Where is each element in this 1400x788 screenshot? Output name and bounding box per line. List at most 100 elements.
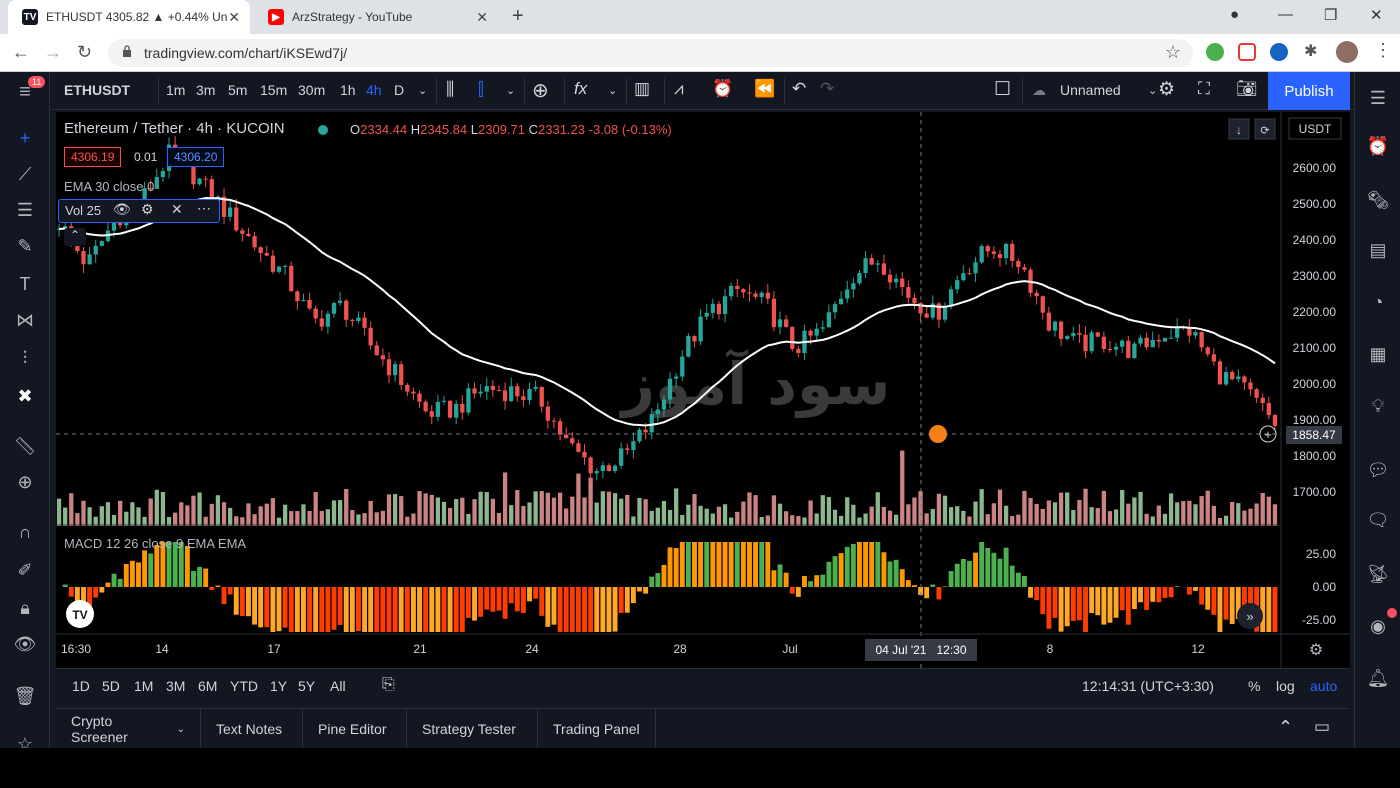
camera-icon[interactable]: 📷︎	[1236, 79, 1258, 99]
maximize-icon[interactable]: ❐	[1324, 6, 1337, 24]
trash-icon[interactable]: 🗑︎	[13, 684, 37, 708]
ideas-bulb-icon[interactable]: 💡︎	[1366, 394, 1390, 418]
chart-canvas[interactable]: سود آموز + 2600.00 2500.00 2400.00 2300.00 2…	[56, 112, 1350, 672]
bar-style-icon[interactable]: ⫼	[446, 79, 454, 100]
interval-5m[interactable]: 5m	[228, 82, 247, 98]
profile-menu-icon[interactable]: ●	[1230, 6, 1239, 23]
chevron-down-icon[interactable]: ⌄	[608, 84, 617, 97]
gear-icon[interactable]: ⚙	[141, 201, 154, 218]
buy-price-button[interactable]: 4306.20	[167, 147, 225, 167]
auto-toggle[interactable]: auto	[1310, 678, 1337, 694]
fib-icon[interactable]: ☰	[13, 198, 37, 222]
settings-gear-icon[interactable]: ⚙	[1309, 642, 1323, 659]
close-icon[interactable]: ✕	[171, 201, 183, 218]
window-close-icon[interactable]: ✕	[1370, 6, 1383, 24]
undo-icon[interactable]: ↶	[792, 79, 806, 99]
range-1y[interactable]: 1Y	[270, 678, 287, 694]
chevron-down-icon[interactable]: ⌄	[506, 84, 515, 97]
hotlist-icon[interactable]: ◔	[1366, 290, 1390, 314]
more-icon[interactable]: ⋯	[197, 200, 211, 217]
sell-price-button[interactable]: 4306.19	[64, 147, 122, 167]
minimize-icon[interactable]: —	[1278, 6, 1293, 23]
macd-legend[interactable]: MACD 12 26 close 9 EMA EMA	[64, 536, 246, 551]
url-field[interactable]: tradingview.com/chart/iKSEwd7j/ ☆	[108, 39, 1193, 67]
interval-3m[interactable]: 3m	[196, 82, 215, 98]
interval-30m[interactable]: 30m	[298, 82, 325, 98]
stay-drawing-icon[interactable]: ✐	[13, 558, 37, 582]
tab-text-notes[interactable]: Text Notes	[201, 709, 303, 749]
extension-icon[interactable]	[1238, 43, 1256, 61]
brush-icon[interactable]: ✎	[13, 234, 37, 258]
range-all[interactable]: All	[330, 678, 346, 694]
pattern-icon[interactable]: ⋈	[13, 308, 37, 332]
layout-name[interactable]: Unnamed	[1060, 82, 1121, 98]
alarm-clock-icon[interactable]: ⏰	[1366, 134, 1390, 158]
volume-legend[interactable]: Vol 25 👁︎ ⚙ ✕ ⋯	[58, 199, 220, 223]
percent-toggle[interactable]: %	[1248, 678, 1260, 694]
range-5d[interactable]: 5D	[102, 678, 120, 694]
data-window-icon[interactable]: ▤	[1366, 238, 1390, 262]
magnet-icon[interactable]: ∩	[13, 520, 37, 544]
financials-icon[interactable]: ▥	[634, 79, 650, 99]
chevron-up-icon[interactable]: ⌃	[1278, 717, 1293, 738]
expand-icon[interactable]: ⛶	[1198, 79, 1210, 99]
extension-icon[interactable]	[1206, 43, 1224, 61]
forward-icon[interactable]: →	[44, 42, 62, 63]
compare-add-icon[interactable]: ⊕	[532, 78, 549, 103]
interval-15m[interactable]: 15m	[260, 82, 287, 98]
messages-icon[interactable]: 🗨︎	[1366, 508, 1390, 532]
extension-icon[interactable]	[1270, 43, 1288, 61]
tab-trading-panel[interactable]: Trading Panel	[538, 709, 656, 749]
eye-icon[interactable]: 👁︎	[13, 632, 37, 656]
bookmark-star-icon[interactable]: ☆	[1165, 42, 1181, 63]
back-icon[interactable]: ←	[12, 42, 30, 63]
news-icon[interactable]: 🗞︎	[1366, 188, 1390, 212]
templates-icon[interactable]: ⩘	[674, 79, 684, 99]
range-3m[interactable]: 3M	[166, 678, 185, 694]
crosshair-icon[interactable]: +	[13, 126, 37, 150]
range-6m[interactable]: 6M	[198, 678, 217, 694]
avatar[interactable]	[1336, 41, 1358, 63]
replay-icon[interactable]: ⏪	[754, 79, 775, 99]
lock-icon[interactable]: 🔒︎	[13, 596, 37, 620]
range-1m[interactable]: 1M	[134, 678, 153, 694]
tab-crypto-screener[interactable]: Crypto Screener ⌄	[56, 709, 201, 749]
symbol-title[interactable]: Ethereum / Tether · 4h · KUCOIN	[64, 120, 285, 137]
ema-legend[interactable]: EMA 30 close 0	[64, 179, 154, 194]
browser-menu-icon[interactable]: ⋮	[1374, 40, 1392, 61]
streams-icon[interactable]: 📡︎	[1366, 562, 1390, 586]
range-5y[interactable]: 5Y	[298, 678, 315, 694]
fullscreen-square-icon[interactable]: ☐	[994, 78, 1011, 101]
maximize-panel-icon[interactable]: ▭	[1314, 717, 1330, 737]
range-1d[interactable]: 1D	[72, 678, 90, 694]
chevron-down-icon[interactable]: ⌄	[1148, 84, 1157, 97]
prediction-icon[interactable]: ⫶	[13, 346, 37, 370]
collapse-legend-button[interactable]: ⌃	[64, 228, 86, 246]
range-ytd[interactable]: YTD	[230, 678, 258, 694]
chevron-down-icon[interactable]: ⌄	[177, 724, 185, 735]
symbol-search[interactable]: ETHUSDT	[64, 82, 130, 98]
tab-tradingview[interactable]: TV ETHUSDT 4305.82 ▲ +0.44% Un ✕	[8, 0, 250, 34]
calendar-icon[interactable]: ▦	[1366, 342, 1390, 366]
chart-pane[interactable]: سود آموز + 2600.00 2500.00 2400.00 2300.00 2…	[56, 112, 1350, 672]
interval-1m[interactable]: 1m	[166, 82, 185, 98]
candles-icon[interactable]: ⫿	[478, 79, 484, 100]
tab-strategy-tester[interactable]: Strategy Tester	[407, 709, 538, 749]
indicators-icon[interactable]: fx	[574, 79, 587, 99]
log-toggle[interactable]: log	[1276, 678, 1295, 694]
clock[interactable]: 12:14:31 (UTC+3:30)	[1082, 678, 1214, 694]
new-tab-button[interactable]: +	[512, 5, 524, 28]
zoom-icon[interactable]: ⊕	[13, 470, 37, 494]
notifications-bell-icon[interactable]: 🔔︎	[1366, 666, 1390, 690]
puzzle-icon[interactable]: ✱	[1304, 41, 1317, 61]
ruler-icon[interactable]: 📏︎	[13, 434, 37, 458]
close-icon[interactable]: ✕	[228, 9, 240, 26]
chevron-down-icon[interactable]: ⌄	[418, 84, 427, 97]
broadcast-icon[interactable]: ◉	[1366, 614, 1390, 638]
interval-1h[interactable]: 1h	[340, 82, 356, 98]
tab-youtube[interactable]: ▶ ArzStrategy - YouTube ✕	[254, 0, 498, 34]
chats-icon[interactable]: 💬︎	[1366, 458, 1390, 482]
interval-4h[interactable]: 4h	[366, 82, 382, 98]
alert-icon[interactable]: ⏰	[712, 79, 733, 99]
redo-icon[interactable]: ↷	[820, 79, 834, 99]
